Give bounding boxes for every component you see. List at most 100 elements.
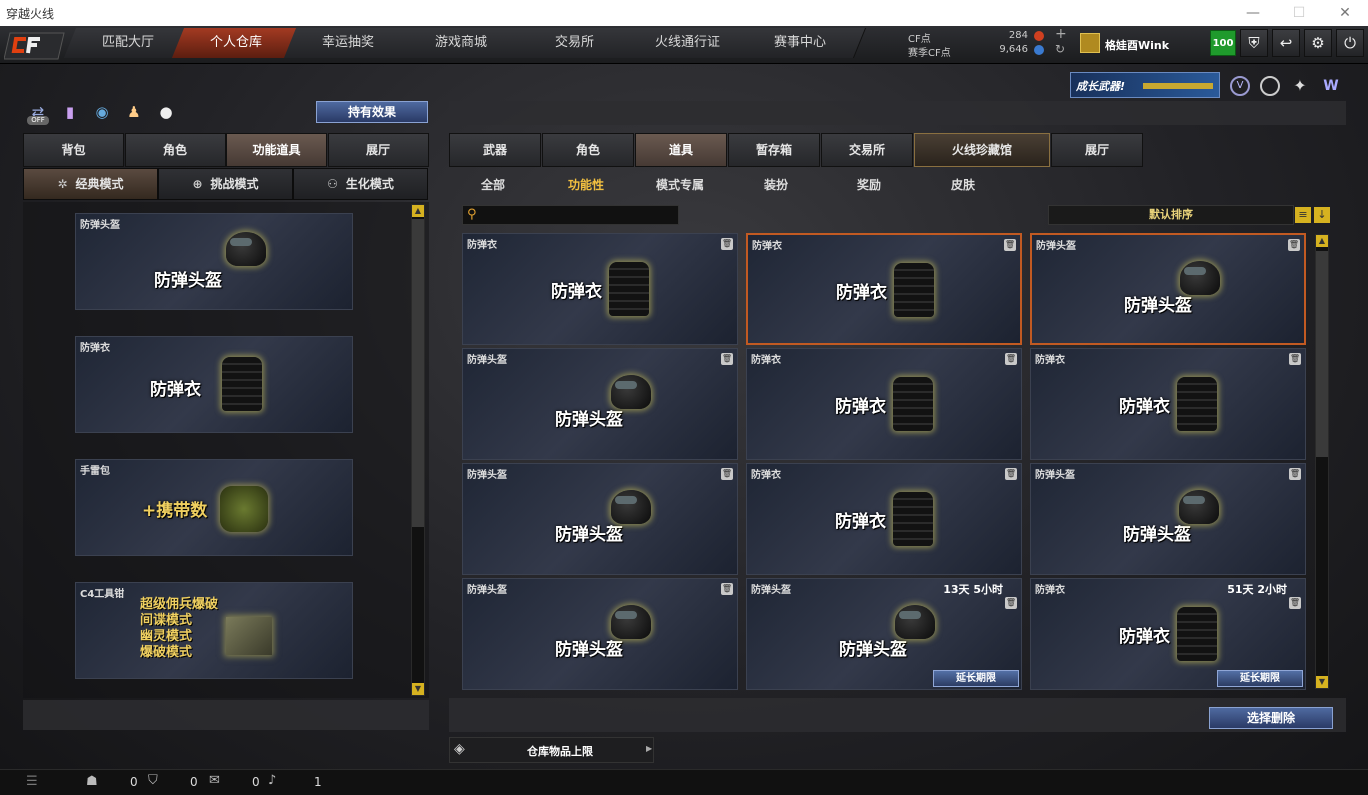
vest-icon bbox=[1177, 607, 1217, 661]
trash-icon[interactable]: 🗑 bbox=[1289, 468, 1301, 480]
return-icon[interactable]: ↩ bbox=[1272, 29, 1300, 57]
friends-icon[interactable]: ☗ bbox=[86, 774, 98, 789]
capacity-bar[interactable]: ◈ 仓库物品上限 ▶ bbox=[449, 737, 654, 763]
subtab-3[interactable]: 模式专属 bbox=[656, 176, 704, 193]
subtab-5[interactable]: 奖励 bbox=[857, 176, 881, 193]
search-box[interactable]: ⚲ bbox=[462, 205, 679, 225]
nav-tab-3[interactable]: 幸运抽奖 bbox=[283, 28, 415, 58]
refresh-icon[interactable]: ↻ bbox=[1055, 42, 1065, 56]
trash-icon[interactable]: 🗑 bbox=[1005, 353, 1017, 365]
inventory-card[interactable]: 防弹衣 🗑 防弹衣 bbox=[746, 233, 1022, 345]
trash-icon[interactable]: 🗑 bbox=[1289, 597, 1301, 609]
right-tab-5[interactable]: 交易所 bbox=[821, 133, 913, 167]
chat-icon[interactable]: ✉ bbox=[209, 773, 220, 788]
chart-icon[interactable]: ▮ bbox=[58, 100, 82, 124]
extend-button[interactable]: 延长期限 bbox=[1217, 670, 1303, 687]
trash-icon[interactable]: 🗑 bbox=[721, 468, 733, 480]
trash-icon[interactable]: 🗑 bbox=[1004, 239, 1016, 251]
right-tab-2[interactable]: 角色 bbox=[542, 133, 634, 167]
inventory-card[interactable]: 防弹头盔 🗑 防弹头盔 bbox=[462, 348, 738, 460]
scroll-down-icon[interactable]: ▼ bbox=[1316, 676, 1328, 688]
gear-icon[interactable]: ⚙ bbox=[1304, 29, 1332, 57]
sword-emblem-icon[interactable]: ✦ bbox=[1290, 76, 1310, 96]
nav-tab-5[interactable]: 交易所 bbox=[509, 28, 641, 58]
left-scrollbar[interactable]: ▲ ▼ bbox=[411, 204, 425, 696]
minimize-button[interactable]: — bbox=[1230, 0, 1276, 26]
trash-icon[interactable]: 🗑 bbox=[1289, 353, 1301, 365]
subtab-2[interactable]: 功能性 bbox=[568, 176, 604, 193]
left-tab-4[interactable]: 展厅 bbox=[327, 133, 429, 167]
mode-button-3[interactable]: ⚇ 生化模式 bbox=[293, 168, 428, 200]
search-input[interactable] bbox=[485, 207, 675, 223]
inventory-card[interactable]: 防弹衣 🗑 防弹衣 bbox=[746, 463, 1022, 575]
character-icon[interactable]: ♟ bbox=[122, 100, 146, 124]
effect-button[interactable]: 持有效果 bbox=[316, 101, 428, 123]
inventory-card[interactable]: 防弹衣 🗑 防弹衣 bbox=[746, 348, 1022, 460]
left-tab-3[interactable]: 功能道具 bbox=[226, 133, 327, 167]
scroll-down-icon[interactable]: ▼ bbox=[412, 683, 424, 695]
left-item-card[interactable]: 防弹衣 防弹衣 bbox=[75, 336, 353, 433]
sort-down-icon[interactable]: ↓ bbox=[1314, 207, 1330, 223]
right-tab-3[interactable]: 道具 bbox=[635, 133, 727, 167]
inventory-card[interactable]: 防弹衣 🗑 防弹衣 bbox=[462, 233, 738, 345]
inventory-card[interactable]: 防弹头盔 🗑 防弹头盔 bbox=[1030, 233, 1306, 345]
left-item-card[interactable]: C4工具钳 超级佣兵爆破 间谍模式 幽灵模式 爆破模式 bbox=[75, 582, 353, 679]
right-tab-1[interactable]: 武器 bbox=[449, 133, 541, 167]
scroll-thumb[interactable] bbox=[412, 219, 424, 527]
v-emblem-icon[interactable]: V bbox=[1230, 76, 1250, 96]
trash-icon[interactable]: 🗑 bbox=[1005, 468, 1017, 480]
nav-tab-7[interactable]: 赛事中心 bbox=[735, 28, 867, 58]
w-emblem-icon[interactable]: W bbox=[1320, 76, 1342, 96]
c4-tool-icon bbox=[226, 617, 272, 655]
inventory-card[interactable]: 防弹头盔 🗑 防弹头盔 bbox=[1030, 463, 1306, 575]
extend-button[interactable]: 延长期限 bbox=[933, 670, 1019, 687]
right-tab-6[interactable]: 火线珍藏馆 bbox=[914, 133, 1050, 167]
shield-icon[interactable]: ⛨ bbox=[1240, 29, 1268, 57]
inventory-card[interactable]: 防弹头盔 🗑 防弹头盔 bbox=[462, 463, 738, 575]
nav-tab-6[interactable]: 火线通行证 bbox=[622, 28, 754, 58]
inventory-card[interactable]: 防弹头盔 🗑 13天 5小时 防弹头盔 延长期限 bbox=[746, 578, 1022, 690]
left-item-card[interactable]: 防弹头盔 防弹头盔 bbox=[75, 213, 353, 310]
right-tab-4[interactable]: 暂存箱 bbox=[728, 133, 820, 167]
mode-button-2[interactable]: ⊕ 挑战模式 bbox=[158, 168, 293, 200]
left-item-card[interactable]: 手雷包 +携带数 bbox=[75, 459, 353, 556]
scroll-up-icon[interactable]: ▲ bbox=[412, 205, 424, 217]
nav-tab-2[interactable]: 个人仓库 bbox=[171, 28, 303, 58]
inventory-card[interactable]: 防弹衣 🗑 51天 2小时 防弹衣 延长期限 bbox=[1030, 578, 1306, 690]
right-scrollbar[interactable]: ▲ ▼ bbox=[1315, 234, 1329, 689]
vest-icon bbox=[1177, 377, 1217, 431]
inventory-card[interactable]: 防弹头盔 🗑 防弹头盔 bbox=[462, 578, 738, 690]
trash-icon[interactable]: 🗑 bbox=[721, 238, 733, 250]
close-button[interactable]: ✕ bbox=[1322, 0, 1368, 26]
subtab-4[interactable]: 装扮 bbox=[764, 176, 788, 193]
grenade-icon[interactable]: ● bbox=[154, 100, 178, 124]
right-tab-7[interactable]: 展厅 bbox=[1051, 133, 1143, 167]
scroll-up-icon[interactable]: ▲ bbox=[1316, 235, 1328, 247]
eye-icon[interactable]: ◉ bbox=[90, 100, 114, 124]
trash-icon[interactable]: 🗑 bbox=[721, 353, 733, 365]
clan-icon[interactable]: ⛉ bbox=[148, 773, 158, 788]
subtab-6[interactable]: 皮肤 bbox=[951, 176, 975, 193]
trash-icon[interactable]: 🗑 bbox=[1005, 597, 1017, 609]
volume-icon[interactable]: ♪ bbox=[268, 773, 276, 788]
item-name: 防弹衣 bbox=[1119, 397, 1170, 417]
scroll-thumb[interactable] bbox=[1316, 251, 1328, 457]
trash-icon[interactable]: 🗑 bbox=[1288, 239, 1300, 251]
select-delete-button[interactable]: 选择删除 bbox=[1209, 707, 1333, 729]
nav-tab-4[interactable]: 游戏商城 bbox=[396, 28, 528, 58]
power-icon[interactable]: ⏻ bbox=[1336, 29, 1364, 57]
globe-icon[interactable] bbox=[1260, 76, 1280, 96]
sort-dropdown[interactable]: 默认排序 bbox=[1048, 205, 1294, 225]
growth-weapon-banner[interactable]: 成长武器! bbox=[1070, 72, 1220, 98]
item-name: +携带数 bbox=[142, 501, 208, 521]
menu-icon[interactable]: ☰ bbox=[26, 774, 38, 789]
recharge-plus-icon[interactable]: + bbox=[1055, 26, 1067, 42]
trash-icon[interactable]: 🗑 bbox=[721, 583, 733, 595]
subtab-1[interactable]: 全部 bbox=[481, 176, 505, 193]
maximize-button[interactable]: ☐ bbox=[1276, 0, 1322, 26]
inventory-card[interactable]: 防弹衣 🗑 防弹衣 bbox=[1030, 348, 1306, 460]
mode-button-1[interactable]: ✲ 经典模式 bbox=[23, 168, 158, 200]
left-tab-2[interactable]: 角色 bbox=[124, 133, 226, 167]
left-tab-1[interactable]: 背包 bbox=[23, 133, 124, 167]
list-icon[interactable]: ≡ bbox=[1295, 207, 1311, 223]
